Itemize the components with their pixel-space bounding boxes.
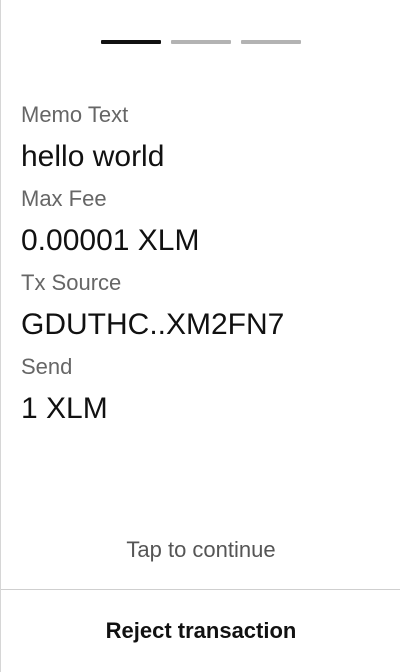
max-fee-label: Max Fee bbox=[21, 186, 107, 211]
tx-source-label: Tx Source bbox=[21, 270, 122, 295]
step-indicator-1-active bbox=[101, 40, 161, 44]
send-label: Send bbox=[21, 354, 73, 379]
step-indicator-2 bbox=[171, 40, 231, 44]
reject-transaction-button[interactable]: Reject transaction bbox=[1, 590, 400, 672]
tx-source-field: Tx Source GDUTHC..XM2FN7 bbox=[21, 269, 380, 343]
max-fee-field: Max Fee 0.00001 XLM bbox=[21, 185, 380, 259]
tx-source-value: GDUTHC..XM2FN7 bbox=[21, 308, 285, 341]
page-stepper bbox=[101, 40, 301, 44]
send-field: Send 1 XLM bbox=[21, 353, 380, 427]
tap-to-continue-hint[interactable]: Tap to continue bbox=[1, 536, 400, 564]
memo-text-value: hello world bbox=[21, 140, 165, 173]
send-value: 1 XLM bbox=[21, 392, 108, 425]
memo-text-label: Memo Text bbox=[21, 102, 129, 127]
max-fee-value: 0.00001 XLM bbox=[21, 224, 200, 257]
transaction-review-screen[interactable]: Memo Text hello world Max Fee 0.00001 XL… bbox=[0, 0, 400, 672]
memo-text-field: Memo Text hello world bbox=[21, 101, 380, 175]
step-indicator-3 bbox=[241, 40, 301, 44]
